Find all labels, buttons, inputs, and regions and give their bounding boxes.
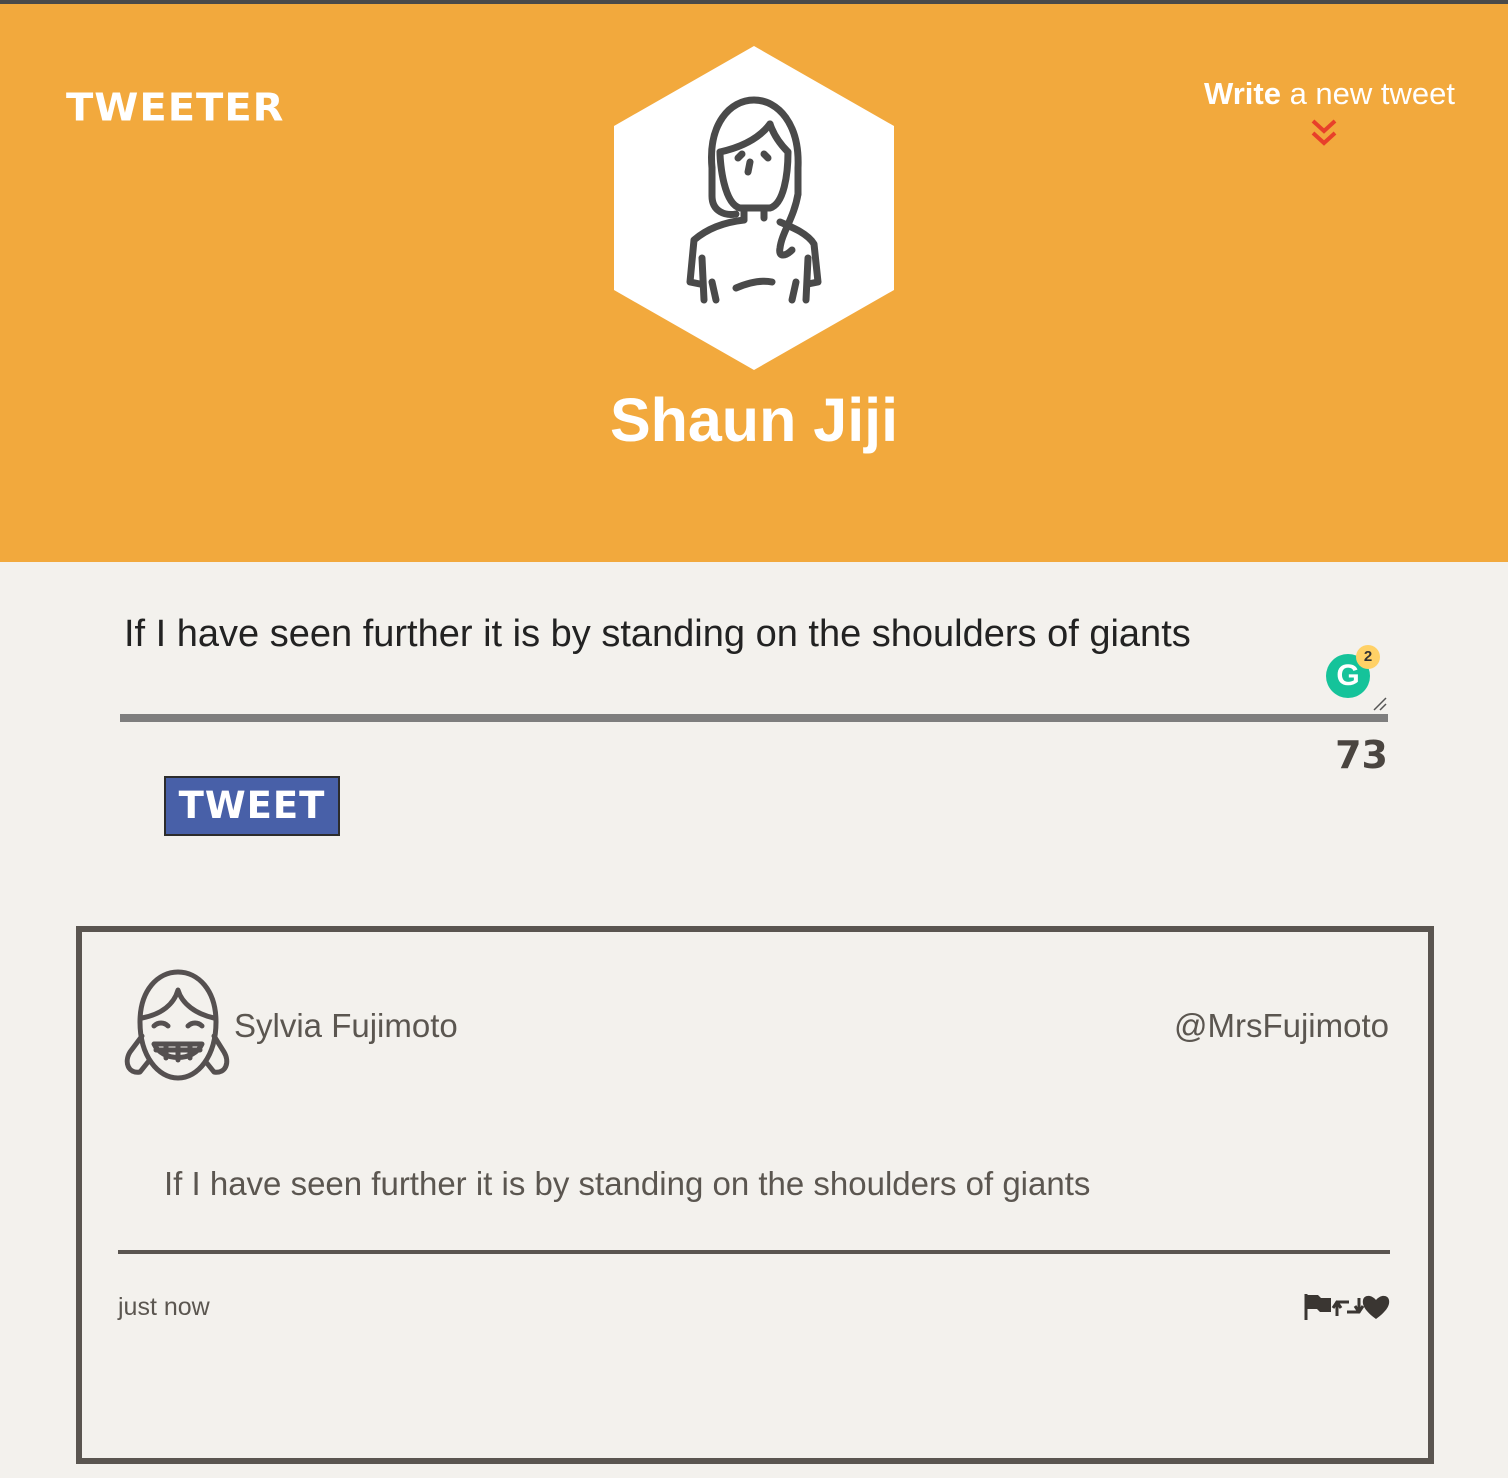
char-counter: 73 (1335, 733, 1388, 777)
write-link-rest: a new tweet (1280, 76, 1455, 111)
user-avatar (124, 969, 230, 1081)
retweet-icon[interactable] (1331, 1292, 1365, 1322)
resize-handle-icon[interactable] (1370, 694, 1388, 712)
textarea-underline (120, 714, 1388, 722)
tweet-button[interactable]: TWEET (164, 776, 340, 836)
write-link-strong: Write (1204, 76, 1281, 111)
tweet-divider (118, 1250, 1390, 1254)
double-chevron-down-icon[interactable] (1308, 118, 1340, 148)
tweet-textarea[interactable]: If I have seen further it is by standing… (120, 608, 1388, 714)
profile-avatar (614, 46, 894, 370)
tweet-content: If I have seen further it is by standing… (164, 1165, 1091, 1202)
heart-icon[interactable] (1361, 1292, 1391, 1322)
profile-name: Shaun Jiji (609, 386, 899, 454)
grammarly-badge: 2 (1356, 645, 1380, 669)
tweet-author-handle: @MrsFujimoto (1173, 1007, 1389, 1044)
tweet-textarea-value: If I have seen further it is by standing… (124, 613, 1191, 655)
tweet-author-name: Sylvia Fujimoto (234, 1007, 458, 1044)
flag-icon[interactable] (1302, 1292, 1334, 1322)
brand-logo[interactable]: TWEETER (66, 89, 284, 127)
tweet-timestamp: just now (118, 1293, 210, 1321)
write-new-tweet-link[interactable]: Write a new tweet (1204, 78, 1455, 109)
